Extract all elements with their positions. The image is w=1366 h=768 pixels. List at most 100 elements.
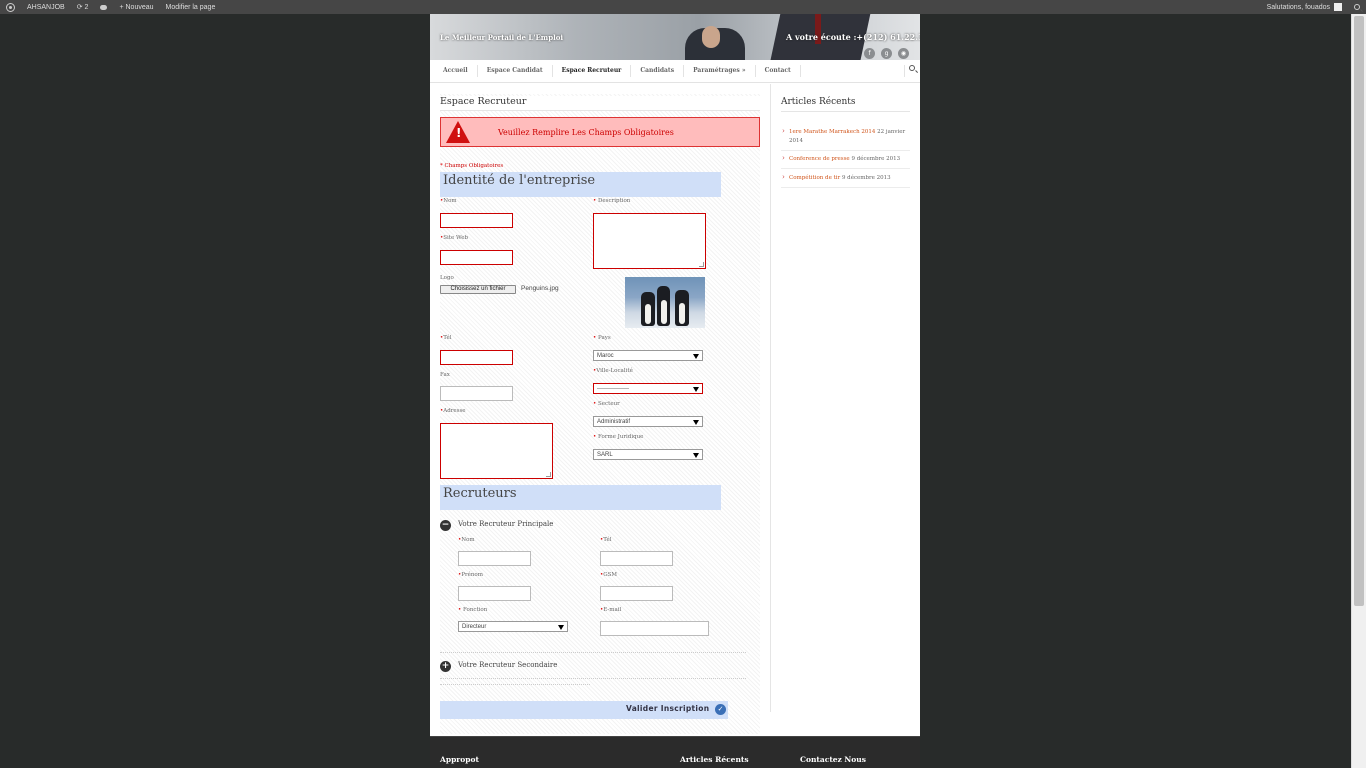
submit-button[interactable]: Valider Inscription [626,704,709,713]
choose-file-button[interactable]: Choisissez un fichier [440,285,516,294]
label-secteur: • Secteur [593,401,620,407]
description-textarea[interactable] [593,213,706,269]
required-note-text: Champs Obligatoires [444,163,504,169]
article-link[interactable]: Conference de presse [789,156,850,162]
alert-message: Veuillez Remplire Les Champs Obligatoire… [498,127,674,137]
scrollbar-thumb[interactable] [1354,16,1364,606]
recruiter-function-select[interactable]: Directeur [458,621,568,632]
recruiter-main-toggle[interactable]: Votre Recruteur Principale [458,520,553,528]
nav-item-candidats[interactable]: Candidats [631,65,685,77]
admin-edit-page[interactable]: Modifier la page [160,0,222,14]
sidebar-article: 1ere Marathe Marrakech 2014 22 janvier 2… [781,124,910,151]
address-textarea[interactable] [440,423,553,479]
recruiter-firstname-input[interactable] [458,586,531,601]
divider [440,684,590,685]
header-phone: A votre écoute :+(212) 61.22.33.44 [786,32,920,42]
admin-search-icon[interactable] [1348,0,1366,14]
label-ville: •Ville-Localité [593,368,633,374]
label-pays: • Pays [593,335,611,341]
label-adresse: •Adresse [440,408,466,414]
nav-item-parametrages[interactable]: Paramétrages » [684,65,756,77]
country-value: Maroc [597,353,614,359]
sector-select[interactable]: Administratif [593,416,703,427]
site-header: Le Meilleur Portail de L'Emploi A votre … [430,14,920,60]
warning-icon: ! [446,121,470,143]
sidebar-article: Conference de presse 9 décembre 2013 [781,151,910,169]
admin-comments[interactable] [94,0,113,14]
expand-plus-icon[interactable]: + [440,661,451,672]
admin-account[interactable]: Salutations, fouados [1261,0,1348,14]
footer-heading-articles: Articles Récents [680,755,749,764]
penguin-shape [675,290,689,326]
admin-updates[interactable]: ⟳ 2 [71,0,95,14]
label-logo: Logo [440,275,454,281]
city-select[interactable]: ---------------- [593,383,703,394]
recruiter-gsm-input[interactable] [600,586,673,601]
comment-icon [100,4,108,10]
greeting: Salutations, fouados [1266,3,1330,11]
new-label: Nouveau [125,3,154,11]
recruiter-name-input[interactable] [458,551,531,566]
recruiter-email-input[interactable] [600,621,709,636]
phone-input[interactable] [440,350,513,365]
fax-input[interactable] [440,386,513,401]
footer-heading-appropot: Appropot [440,755,479,764]
nav-search-icon[interactable] [904,65,916,77]
page-title: Espace Recruteur [440,96,760,111]
main-nav: Accueil Espace Candidat Espace Recruteur… [430,60,920,83]
function-value: Directeur [462,624,487,630]
divider [440,652,746,653]
rss-icon[interactable]: ◉ [898,48,909,59]
recruiter-secondary-toggle[interactable]: Votre Recruteur Secondaire [458,661,557,669]
dropdown-arrow-icon [693,387,699,392]
label-site-web: •Site Web [440,235,468,241]
label-description: • Description [593,198,631,204]
penguin-shape [641,292,655,326]
article-link[interactable]: Compétition de tir [789,175,840,181]
legal-form-value: SARL [597,452,613,458]
label-rec-fonction: • Fonction [458,607,488,613]
dropdown-arrow-icon [693,453,699,458]
nav-item-contact[interactable]: Contact [756,65,801,77]
collapse-minus-icon[interactable]: − [440,520,451,531]
nav-item-accueil[interactable]: Accueil [434,65,478,77]
page-container: Le Meilleur Portail de L'Emploi A votre … [430,14,920,768]
nav-item-espace-candidat[interactable]: Espace Candidat [478,65,553,77]
article-link[interactable]: 1ere Marathe Marrakech 2014 [789,129,875,135]
admin-bar: AHSANJOB ⟳ 2 + Nouveau Modifier la page … [0,0,1366,14]
city-value: ---------------- [597,386,629,392]
wordpress-logo-icon[interactable] [0,0,21,14]
facebook-icon[interactable]: f [864,48,875,59]
recruiter-phone-input[interactable] [600,551,673,566]
penguin-shape [657,286,670,326]
required-note: * Champs Obligatoires [440,163,504,169]
dropdown-arrow-icon [693,420,699,425]
section-company-identity: Identité de l'entreprise [440,172,721,197]
label-forme-juridique: • Forme Juridique [593,434,644,440]
checkmark-icon[interactable]: ✓ [715,704,726,715]
dropdown-arrow-icon [693,354,699,359]
admin-site-name[interactable]: AHSANJOB [21,0,71,14]
admin-new[interactable]: + Nouveau [113,0,159,14]
header-photo-face [702,26,720,48]
sidebar-title: Articles Récents [781,97,910,112]
website-input[interactable] [440,250,513,265]
company-name-input[interactable] [440,213,513,228]
legal-form-select[interactable]: SARL [593,449,703,460]
article-date: 9 décembre 2013 [851,156,901,162]
label-nom: •Nom [440,198,457,204]
label-fax: Fax [440,372,450,378]
label-rec-nom: •Nom [458,537,475,543]
label-rec-prenom: •Prénom [458,572,483,578]
section-recruiters: Recruteurs [440,485,721,510]
refresh-icon: ⟳ [76,4,85,11]
google-icon[interactable]: g [881,48,892,59]
vertical-scrollbar[interactable] [1351,14,1366,768]
nav-item-espace-recruteur[interactable]: Espace Recruteur [553,65,632,77]
error-alert: ! Veuillez Remplire Les Champs Obligatoi… [440,117,760,147]
label-rec-gsm: •GSM [600,572,618,578]
updates-count: 2 [84,3,89,11]
label-rec-tel: •Tél [600,537,612,543]
file-name: Penguins.jpg [521,285,559,292]
country-select[interactable]: Maroc [593,350,703,361]
